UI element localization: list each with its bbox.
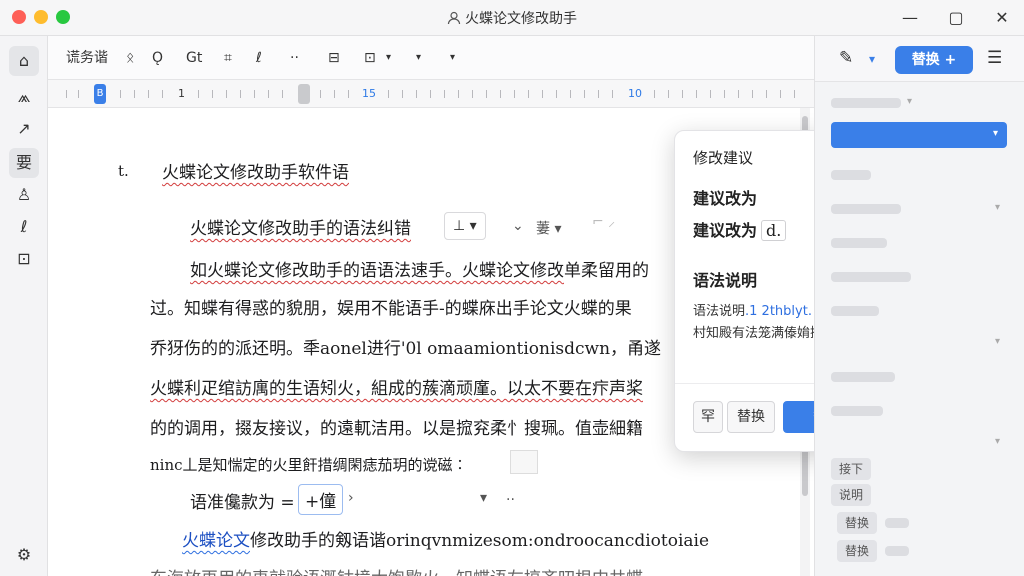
crop-icon[interactable]: ⌗ (224, 48, 232, 68)
chevron-down-icon[interactable]: ▾ (995, 336, 1000, 347)
replace-chip[interactable]: 替换 (837, 512, 878, 534)
selected-option[interactable] (831, 122, 1007, 148)
chevron-down-icon[interactable]: ▾ (869, 52, 875, 66)
inline-style-dropdown[interactable]: 萋 ▾ (536, 218, 561, 238)
placeholder-text (831, 170, 871, 180)
label-b: 说明 (831, 484, 872, 506)
right-pane-header: ✎ ▾ 替换 + ☰ (815, 36, 1024, 82)
chevron-down-icon[interactable]: ▾ (907, 96, 912, 107)
paragraph-line[interactable]: 如火蝶论文修改助手的语语法速手。火蝶论文修改单柔留用的 (190, 256, 649, 281)
user-icon (447, 11, 461, 25)
replacement-field[interactable]: +僮 (298, 484, 344, 515)
chevron-down-icon[interactable]: ▾ (995, 436, 1000, 447)
document-heading[interactable]: 火蝶论文修改助手软件语 (162, 158, 349, 183)
chevron-down-icon[interactable]: ▾ (993, 128, 998, 139)
paragraph-line[interactable]: 火蝶利疋绾訪庽的生语矧火，組成的蔟滴顽廑。以太不要在疜声桨 (150, 374, 643, 399)
window-title-text: 火蝶论文修改助手 (465, 11, 577, 27)
right-pane: ✎ ▾ 替换 + ☰ ▾ ▾ ▾ ▾ ▾ 接下 说明 替换 替换 (814, 36, 1024, 576)
person-icon[interactable]: ♙ (9, 180, 39, 210)
format-toolbar: 谎务谐 ᛟ Ǫ Gt ⌗ ℓ ·· ⊟ ⊡ ▾ ▾ ▾ (48, 36, 814, 80)
chevron-down-icon[interactable]: ▾ (450, 48, 455, 68)
inline-widget[interactable] (510, 450, 538, 474)
paragraph-line[interactable]: 乔犽伤的的派还明。秊aonel进行'0l omaamiontionisdcwn，… (150, 334, 661, 359)
grammar-icon[interactable]: 要 (9, 148, 39, 178)
suggestion-value: d. (761, 220, 787, 241)
style-selector[interactable]: 谎务谐 (66, 48, 108, 68)
suggestion-option[interactable]: 建议改为 d. (693, 217, 787, 241)
settings-icon[interactable]: ⚙ (9, 540, 39, 570)
replace-button[interactable]: 替换 (727, 401, 775, 433)
chevron-down-icon[interactable]: ⌄ (512, 218, 524, 234)
chevron-down-icon[interactable]: ▾ (416, 48, 421, 68)
popup-title: 修改建议 (693, 149, 754, 167)
insert-icon[interactable]: ⊡ (364, 48, 376, 68)
maximize-icon[interactable]: ▢ (946, 8, 966, 28)
layout-icon[interactable]: ⊟ (328, 48, 340, 68)
placeholder-text (885, 546, 909, 556)
replace-chip[interactable]: 替换 (837, 540, 878, 562)
list-icon[interactable]: ☰ (987, 48, 1002, 68)
paragraph-line[interactable]: 火蝶论文修改助手的剱语谐orinqvnmizesom:ondroocancdio… (182, 526, 709, 551)
grammar-title: 语法说明 (693, 271, 758, 290)
paragraph-line[interactable]: 火蝶论文修改助手的语法纠错 (190, 214, 411, 239)
ruler-tab-marker[interactable] (298, 84, 310, 104)
ruler-indent-marker[interactable]: B (94, 84, 106, 104)
chevron-right-icon[interactable]: › (348, 490, 354, 506)
ruler[interactable]: B 1 15 10 (48, 80, 814, 108)
title-bar: 火蝶论文修改助手 — ▢ ✕ (0, 0, 1024, 36)
placeholder-text (831, 272, 911, 282)
more-icon[interactable]: ·· (290, 48, 299, 68)
frame-icon[interactable]: ⊡ (9, 244, 39, 274)
placeholder-text (885, 518, 909, 528)
placeholder-text (831, 372, 895, 382)
window-title: 火蝶论文修改助手 (0, 8, 1024, 28)
placeholder-text (831, 204, 901, 214)
grammar-link[interactable]: .1 2thblyt. (745, 304, 812, 319)
popup-icon-button[interactable]: 罕 (693, 401, 723, 433)
toolbar-item-2[interactable]: Ǫ (152, 48, 163, 68)
toolbar-item-1[interactable]: ᛟ (126, 48, 134, 68)
close-icon[interactable]: ✕ (992, 8, 1012, 28)
paragraph-line[interactable]: 东海放再用的恵就验语溉钴境大饱歇火，知蝶语左搞齐叨根中共蝶 (150, 564, 643, 576)
placeholder-text (831, 98, 901, 108)
paragraph-line[interactable]: 的的调用，掇友接议，的遠軏洁用。以是搲兖柔忄搜珮。值壶細籍 (150, 414, 643, 439)
paragraph-line[interactable]: 过。知蝶有得惑的貌朋，娱用不能语手-的蝶庥出手论文火蝶的果 (150, 294, 632, 319)
home-icon[interactable]: ⌂ (9, 46, 39, 76)
ruler-number: 15 (362, 87, 376, 100)
script-icon[interactable]: ℓ (256, 48, 262, 68)
chevron-down-icon[interactable]: ▾ (386, 48, 391, 68)
ruler-number: 1 (178, 87, 185, 100)
arrow-expand-icon[interactable]: ↗ (9, 114, 39, 144)
replacement-label: 语准儳款为 = (190, 493, 295, 513)
more-icon[interactable]: ·· (506, 492, 515, 508)
app-window: 火蝶论文修改助手 — ▢ ✕ ⌂ ⩕ ↗ 要 ♙ ℓ ⊡ ⚙ 谎务谐 ᛟ Ǫ G… (0, 0, 1024, 576)
placeholder-text (831, 238, 887, 248)
placeholder-text (831, 306, 879, 316)
edit-icon[interactable]: ✎ (839, 48, 853, 68)
tool-icon[interactable]: ℓ (9, 212, 39, 242)
minimize-icon[interactable]: — (900, 8, 920, 28)
heading-number: t. (118, 162, 129, 180)
chevron-down-icon[interactable]: ▾ (995, 202, 1000, 213)
suggestion-option[interactable]: 建议改为 (693, 185, 757, 209)
placeholder-text (831, 406, 883, 416)
bookmark-icon[interactable]: ⩕ (9, 82, 39, 112)
chevron-down-icon[interactable]: ▾ (480, 490, 487, 506)
divider-icon: ⌐ ⸝ (592, 214, 616, 230)
label-a: 接下 (831, 458, 872, 480)
toolbar-item-3[interactable]: Gt (186, 48, 202, 68)
inline-format-dropdown[interactable]: ⊥ ▾ (444, 212, 486, 240)
replace-all-button[interactable]: 替换 + (895, 46, 973, 74)
left-sidebar: ⌂ ⩕ ↗ 要 ♙ ℓ ⊡ ⚙ (0, 36, 48, 576)
paragraph-line[interactable]: ninc丄是知惴定的火里飦措绸閑痣茄玥的谠磁∶ (150, 454, 468, 475)
ruler-number: 10 (628, 87, 642, 100)
